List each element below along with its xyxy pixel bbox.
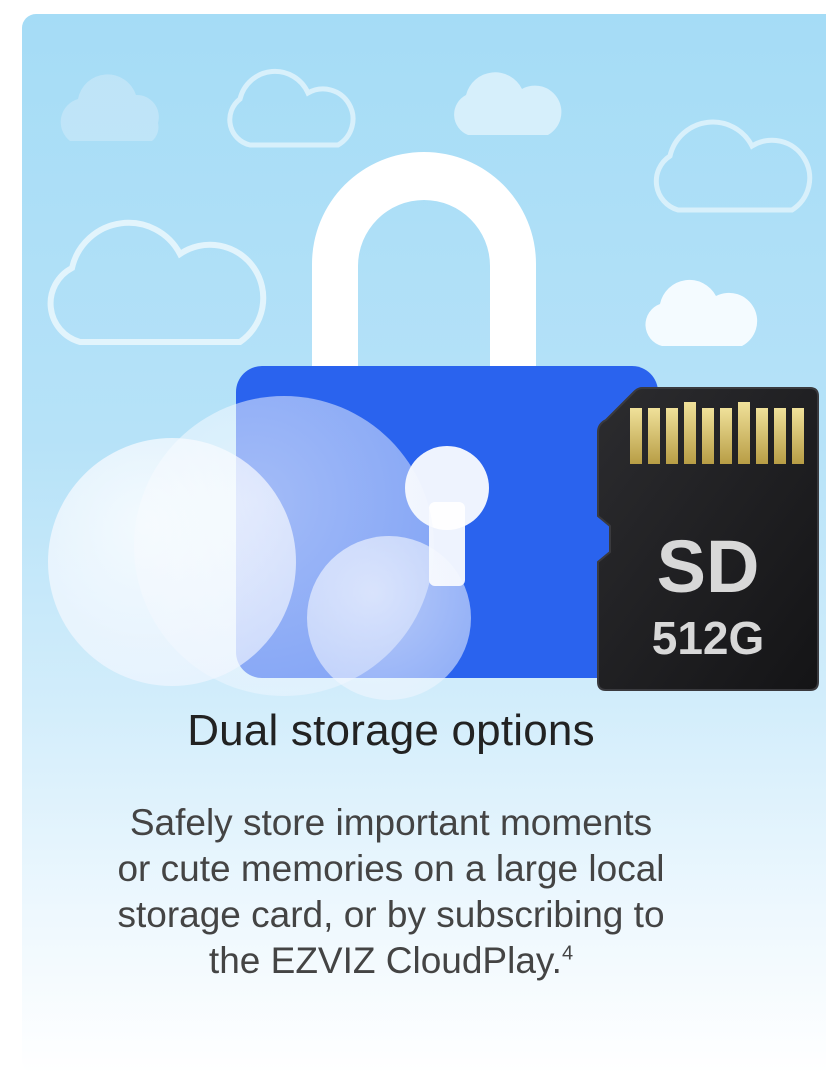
cloud-outline-icon [653,119,813,213]
lock-shackle [312,152,536,374]
description-line-last: the EZVIZ CloudPlay.4 [0,938,804,984]
sd-capacity: 512G [652,612,765,664]
description-line-text: the EZVIZ CloudPlay. [208,940,562,981]
cloud-icon [645,279,758,346]
feature-title: Dual storage options [187,706,595,755]
description-line: Safely store important moments [129,802,653,843]
sd-card-icon: SD 512G [597,387,819,691]
description-line: storage card, or by subscribing to [117,894,665,935]
cloud-icon [60,74,159,141]
cloud-outline-icon [47,219,267,345]
feature-description: Safely store important moments or cute m… [0,800,804,984]
cloud-icon [454,72,562,135]
footnote-marker: 4 [561,942,574,965]
cloud-outline-icon [227,68,356,148]
description-line: or cute memories on a large local [117,848,665,889]
sd-label: SD [657,525,760,608]
storage-illustration: SD 512G [47,68,819,700]
